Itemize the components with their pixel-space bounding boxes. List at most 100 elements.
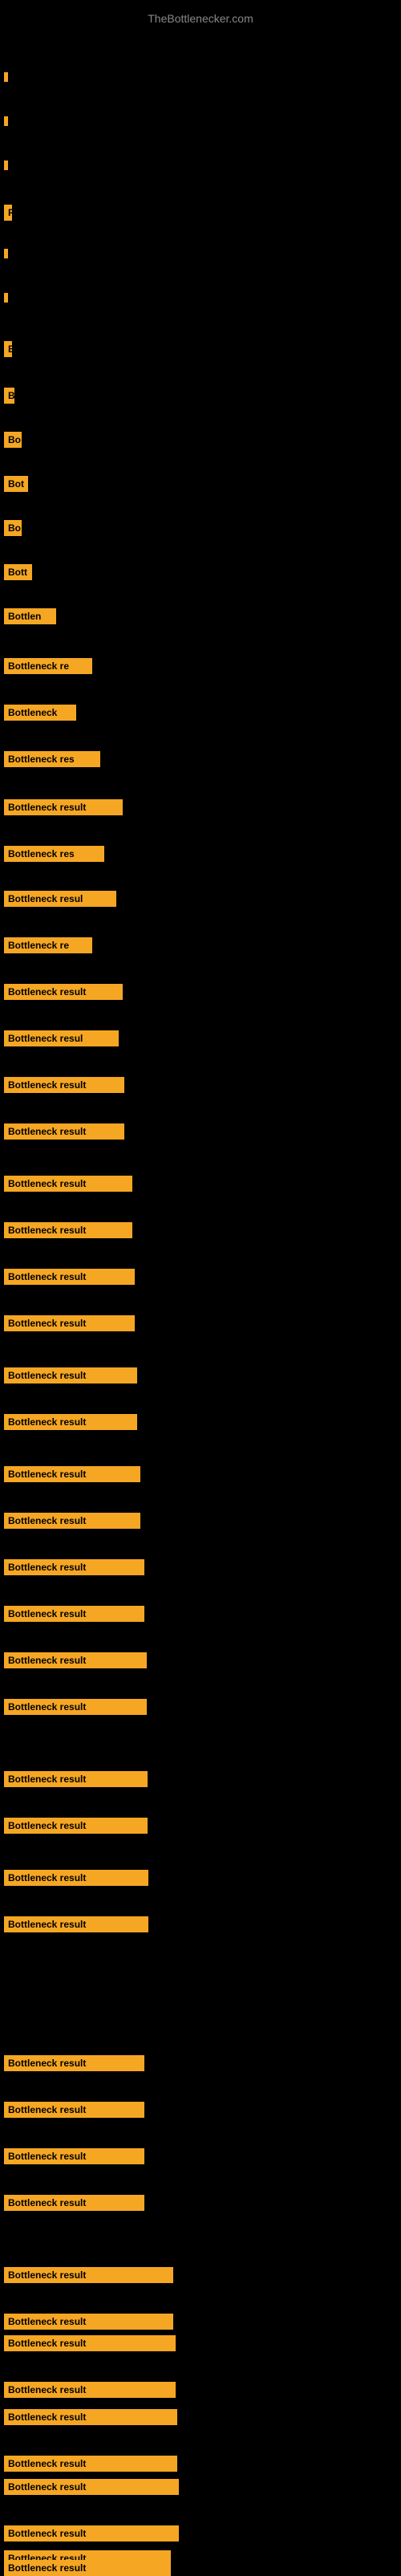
bar-label: Bottleneck result — [4, 2148, 144, 2164]
bar-label: Bottleneck result — [4, 1606, 144, 1622]
bar-row: Bottleneck result — [0, 1414, 401, 1430]
bar-row: Bottleneck res — [0, 751, 401, 767]
bar-label: Bottleneck resul — [4, 891, 116, 907]
bar-row: Bottleneck result — [0, 2102, 401, 2118]
bar-row: Bottleneck result — [0, 1606, 401, 1622]
bar-row: Bottleneck result — [0, 2382, 401, 2398]
bar-label: Bottleneck result — [4, 1513, 140, 1529]
bar-row: Bo — [0, 520, 401, 536]
bar-row: Bottleneck result — [0, 1466, 401, 1482]
bar-row: Bottleneck result — [0, 1123, 401, 1140]
bar-row: Bottleneck resul — [0, 1030, 401, 1046]
bar-row: Bottleneck result — [0, 1222, 401, 1238]
bar-row: Bottleneck result — [0, 1699, 401, 1715]
bar-label: Bottleneck res — [4, 846, 104, 862]
bar-label: Bottleneck result — [4, 2479, 179, 2495]
bar-label: Bottleneck result — [4, 2267, 173, 2283]
bar-label: Bottleneck result — [4, 2335, 176, 2351]
bar-label: Bottlen — [4, 608, 56, 624]
bar-row: Bottlen — [0, 608, 401, 624]
bar-label: Bottleneck result — [4, 1367, 137, 1383]
bar-row — [0, 293, 401, 303]
bar-row: Bottleneck result — [0, 2148, 401, 2164]
bar-label: Bottleneck result — [4, 2195, 144, 2211]
bar-row: Bottleneck result — [0, 1652, 401, 1668]
bar-row: Bottleneck re — [0, 937, 401, 953]
bar-label: Bottleneck result — [4, 799, 123, 815]
bar-row: Bottleneck result — [0, 1513, 401, 1529]
bar-label: Bottleneck result — [4, 1466, 140, 1482]
bar-label: Bottleneck result — [4, 1559, 144, 1575]
bar-label: Bottleneck res — [4, 751, 100, 767]
bar-stub — [4, 116, 8, 126]
bar-label: Bottleneck result — [4, 1222, 132, 1238]
bar-label: Bottleneck result — [4, 2560, 171, 2576]
bar-row: Bottleneck result — [0, 2456, 401, 2472]
bar-row — [0, 72, 401, 82]
bar-row: Bott — [0, 564, 401, 580]
bar-row: Bottleneck result — [0, 1559, 401, 1575]
bar-row: Bottleneck result — [0, 2409, 401, 2425]
bar-row: Bottleneck result — [0, 2560, 401, 2576]
bar-row: Bottleneck res — [0, 846, 401, 862]
bar-label: Bottleneck result — [4, 1699, 147, 1715]
bar-label: Bottleneck result — [4, 2456, 177, 2472]
bar-stub — [4, 160, 8, 170]
bar-label: Bo — [4, 432, 22, 448]
bar-label: Bottleneck result — [4, 1870, 148, 1886]
bar-label: Bottleneck result — [4, 1077, 124, 1093]
bar-row: Bottleneck result — [0, 1367, 401, 1383]
bar-stub — [4, 249, 8, 258]
bar-row: Bottleneck result — [0, 1315, 401, 1331]
bar-label: Bottleneck result — [4, 2102, 144, 2118]
bar-label: Bottleneck result — [4, 1818, 148, 1834]
bar-label: Bottleneck re — [4, 658, 92, 674]
bar-row — [0, 249, 401, 258]
bar-row: Bo — [0, 432, 401, 448]
bar-row: Bottleneck result — [0, 1077, 401, 1093]
bar-label: Bottleneck result — [4, 984, 123, 1000]
bar-row: Bottleneck result — [0, 2335, 401, 2351]
bar-label: Bottleneck result — [4, 2409, 177, 2425]
bar-row — [0, 116, 401, 126]
bar-row: Bot — [0, 476, 401, 492]
bar-row: Bottleneck result — [0, 1176, 401, 1192]
bar-row — [0, 160, 401, 170]
bar-row: Bottleneck result — [0, 1916, 401, 1932]
bar-row: Bottleneck result — [0, 1818, 401, 1834]
bar-row: Bottleneck result — [0, 2195, 401, 2211]
bar-row: R — [0, 205, 401, 221]
bar-row: Bottleneck result — [0, 2525, 401, 2541]
bar-row: Bottleneck result — [0, 2314, 401, 2330]
bar-row: Bottleneck result — [0, 2479, 401, 2495]
bar-label: Bottleneck result — [4, 1652, 147, 1668]
bar-label: Bottleneck resul — [4, 1030, 119, 1046]
bar-label: Bottleneck result — [4, 2382, 176, 2398]
bar-row: Bottleneck — [0, 705, 401, 721]
bar-row: Bottleneck result — [0, 2267, 401, 2283]
bar-row: Bottleneck resul — [0, 891, 401, 907]
bar-label: Bottleneck result — [4, 1414, 137, 1430]
bar-label: Bottleneck result — [4, 1916, 148, 1932]
bar-row: B — [0, 388, 401, 404]
bar-label: Bottleneck re — [4, 937, 92, 953]
bar-stub — [4, 72, 8, 82]
bar-row: Bottleneck re — [0, 658, 401, 674]
bar-row: B — [0, 341, 401, 357]
bar-label: Bottleneck result — [4, 1771, 148, 1787]
bar-label: Bottleneck result — [4, 2314, 173, 2330]
bar-label: Bottleneck result — [4, 1176, 132, 1192]
bar-label: B — [4, 388, 14, 404]
bar-row: Bottleneck result — [0, 984, 401, 1000]
bar-label: Bot — [4, 476, 28, 492]
bar-row: Bottleneck result — [0, 799, 401, 815]
bar-label: B — [4, 341, 12, 357]
bar-label: Bottleneck result — [4, 2525, 179, 2541]
bar-stub — [4, 293, 8, 303]
bar-label: Bottleneck result — [4, 1269, 135, 1285]
bar-label: Bottleneck result — [4, 1315, 135, 1331]
bar-row: Bottleneck result — [0, 2055, 401, 2071]
bar-label: R — [4, 205, 12, 221]
bar-label: Bottleneck result — [4, 2055, 144, 2071]
bar-row: Bottleneck result — [0, 1771, 401, 1787]
